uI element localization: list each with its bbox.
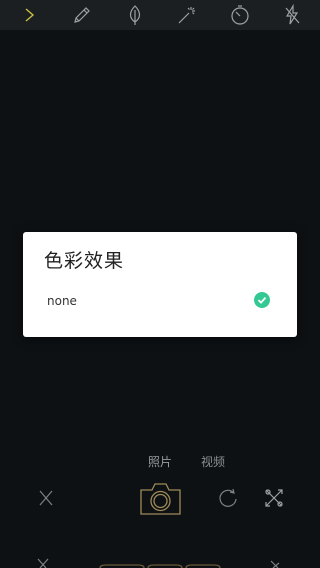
color-effect-dialog: 色彩效果 none xyxy=(23,232,297,337)
tools-button[interactable] xyxy=(263,487,285,509)
chevron-right-icon[interactable] xyxy=(18,3,42,27)
rotate-icon xyxy=(219,488,237,507)
tools-icon xyxy=(265,489,283,507)
switch-camera-button[interactable] xyxy=(217,487,239,509)
camera-icon xyxy=(140,483,181,515)
dialog-title: 色彩效果 xyxy=(44,250,125,272)
gallery-strip xyxy=(99,564,221,568)
pencil-icon[interactable] xyxy=(70,3,94,27)
close-icon xyxy=(39,490,53,506)
magic-wand-icon[interactable] xyxy=(175,3,199,27)
shutter-button[interactable] xyxy=(139,481,182,516)
close-button[interactable] xyxy=(36,486,56,510)
top-toolbar xyxy=(0,0,320,30)
tab-photo[interactable]: 照片 xyxy=(148,453,172,470)
timer-icon[interactable] xyxy=(228,3,252,27)
check-icon xyxy=(254,292,270,308)
close-icon xyxy=(37,558,49,568)
effect-option-none[interactable]: none xyxy=(23,284,297,320)
flash-off-icon[interactable] xyxy=(280,3,304,27)
mode-tabs: 照片 视频 xyxy=(0,453,320,473)
bottom-controls xyxy=(0,478,320,523)
leaf-icon[interactable] xyxy=(123,3,147,27)
bottom-peek-row xyxy=(0,555,320,568)
tab-video[interactable]: 视频 xyxy=(201,453,225,470)
effect-option-label: none xyxy=(47,294,77,308)
tools-icon xyxy=(270,560,280,568)
